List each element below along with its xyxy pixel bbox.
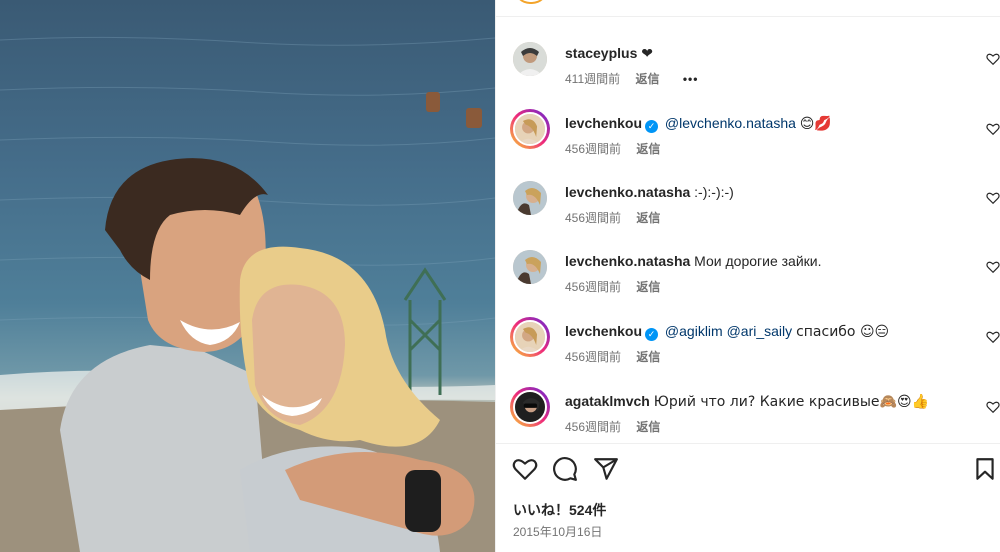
comment-body: Юрий что ли? Какие красивые🙈😍👍	[653, 394, 929, 410]
avatar[interactable]	[513, 250, 547, 284]
like-comment-heart-icon[interactable]	[986, 52, 1000, 66]
comment-username[interactable]: agataklmvch	[565, 393, 650, 409]
avatar-story-ring[interactable]	[510, 387, 550, 427]
comment-body: спасибо ☺😑	[796, 324, 890, 340]
comment-time[interactable]: 411週間前	[565, 72, 620, 86]
post-date[interactable]: 2015年10月16日	[513, 523, 602, 540]
comment-meta: 456週間前 返信	[565, 278, 660, 295]
comment-item: levchenko.natasha Мои дорогие зайки. 456…	[496, 250, 1000, 320]
reply-button[interactable]: 返信	[636, 142, 660, 156]
comment-username[interactable]: levchenkou	[565, 323, 642, 339]
comment-item: levchenkou ✓ @levchenko.natasha 😊💋 456週間前…	[496, 109, 1000, 182]
comment-time[interactable]: 456週間前	[565, 280, 621, 294]
comment-meta: 456週間前 返信	[565, 209, 660, 226]
heart-icon[interactable]	[512, 456, 538, 482]
comment-time[interactable]: 456週間前	[565, 350, 621, 364]
reply-button[interactable]: 返信	[636, 211, 660, 225]
post-photo-image	[0, 36, 495, 552]
comment-text: levchenko.natasha :-):-):-)	[565, 183, 734, 201]
comment-meta: 456週間前 返信	[565, 418, 660, 435]
comment-icon[interactable]	[552, 456, 578, 482]
comment-meta: 411週間前 返信 •••	[565, 70, 698, 87]
comment-meta: 456週間前 返信	[565, 348, 660, 365]
reply-button[interactable]: 返信	[636, 350, 660, 364]
comment-text: levchenkou ✓ @agiklim @ari_saily спасибо …	[565, 322, 889, 341]
like-comment-heart-icon[interactable]	[986, 122, 1000, 136]
reply-button[interactable]: 返信	[635, 72, 659, 86]
verified-badge-icon: ✓	[645, 120, 659, 133]
avatar[interactable]	[513, 181, 547, 215]
comment-text: agataklmvch Юрий что ли? Какие красивые🙈…	[565, 392, 929, 411]
reply-button[interactable]: 返信	[636, 420, 660, 434]
comment-username[interactable]: levchenko.natasha	[565, 184, 690, 200]
comment-body: :-):-):-)	[694, 184, 734, 200]
comments-panel: staceyplus ❤ 411週間前 返信 ••• levchenkou ✓ @…	[495, 0, 1000, 552]
bookmark-icon[interactable]	[972, 456, 998, 482]
comment-body: 😊💋	[799, 116, 832, 132]
mention-link[interactable]: @ari_saily	[727, 323, 793, 339]
avatar[interactable]	[513, 42, 547, 76]
comment-item: levchenkou ✓ @agiklim @ari_saily спасибо …	[496, 317, 1000, 390]
comment-item: levchenko.natasha :-):-):-) 456週間前 返信	[496, 181, 1000, 251]
avatar-story-ring[interactable]	[510, 317, 550, 357]
comment-item: staceyplus ❤ 411週間前 返信 •••	[496, 42, 1000, 112]
divider	[496, 16, 1000, 17]
reply-button[interactable]: 返信	[636, 280, 660, 294]
comment-text: levchenko.natasha Мои дорогие зайки.	[565, 252, 821, 270]
comment-item: agataklmvch Юрий что ли? Какие красивые🙈…	[496, 387, 1000, 460]
more-options-button[interactable]: •••	[683, 72, 699, 86]
comment-meta: 456週間前 返信	[565, 140, 660, 157]
comment-username[interactable]: staceyplus	[565, 45, 637, 61]
like-comment-heart-icon[interactable]	[986, 400, 1000, 414]
post-actions	[512, 456, 994, 486]
mention-link[interactable]: @agiklim	[665, 323, 723, 339]
comment-body: Мои дорогие зайки.	[694, 253, 822, 269]
likes-count[interactable]: いいね！524件	[513, 500, 606, 520]
avatar-story-ring[interactable]	[510, 109, 550, 149]
comment-text: staceyplus ❤	[565, 44, 653, 63]
like-comment-heart-icon[interactable]	[986, 191, 1000, 205]
top-avatar-ring	[514, 0, 548, 4]
post-photo[interactable]	[0, 0, 495, 552]
share-icon[interactable]	[593, 456, 619, 482]
like-comment-heart-icon[interactable]	[986, 260, 1000, 274]
comment-username[interactable]: levchenko.natasha	[565, 253, 690, 269]
comment-time[interactable]: 456週間前	[565, 142, 621, 156]
comment-time[interactable]: 456週間前	[565, 211, 621, 225]
like-comment-heart-icon[interactable]	[986, 330, 1000, 344]
comment-body: ❤	[641, 46, 653, 62]
mention-link[interactable]: @levchenko.natasha	[665, 115, 796, 131]
divider	[496, 443, 1000, 444]
comment-username[interactable]: levchenkou	[565, 115, 642, 131]
verified-badge-icon: ✓	[645, 328, 659, 341]
comment-text: levchenkou ✓ @levchenko.natasha 😊💋	[565, 114, 832, 133]
comment-time[interactable]: 456週間前	[565, 420, 621, 434]
